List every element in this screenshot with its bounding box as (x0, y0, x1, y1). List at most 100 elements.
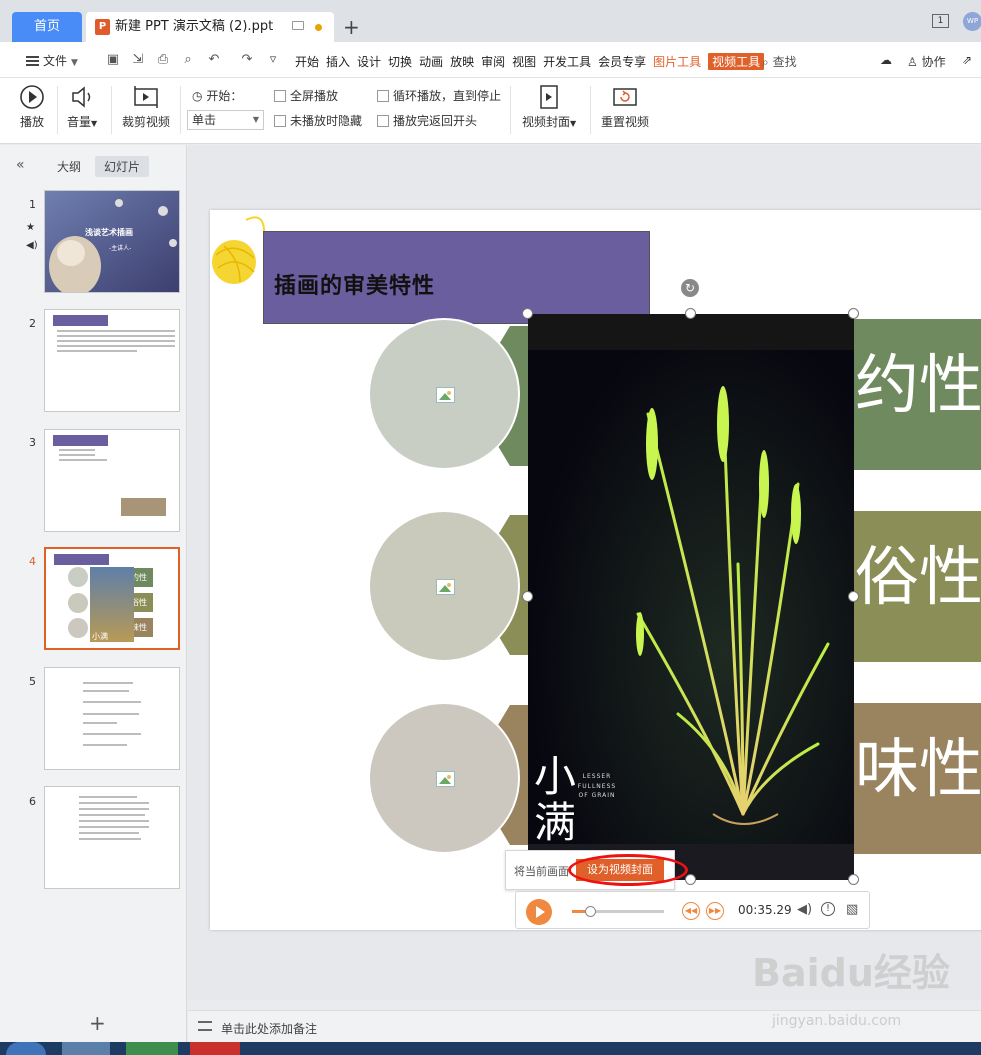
trait-band[interactable]: 约性 (853, 319, 981, 470)
menu-view[interactable]: 视图 (512, 53, 536, 70)
search-button[interactable]: ⌕ 查找 (762, 53, 797, 70)
tab-slides[interactable]: 幻灯片 (95, 156, 150, 177)
trim-video-icon (134, 86, 158, 108)
slide-thumbnail-4[interactable]: 约性 俗性 味性 小满 (44, 547, 180, 650)
rewind-icon[interactable]: ◀◀ (682, 902, 700, 920)
taskbar-app-icon[interactable] (190, 1042, 240, 1055)
new-tab-button[interactable]: + (343, 12, 360, 42)
forward-icon[interactable]: ▶▶ (706, 902, 724, 920)
progress-knob[interactable] (585, 906, 597, 917)
slide-thumbnail-1[interactable]: 浅谈艺术插画 -主讲人- (44, 190, 180, 293)
preview-icon[interactable]: ⌕ (181, 53, 195, 67)
menu-insert[interactable]: 插入 (326, 53, 350, 70)
start-select[interactable]: 单击 ▼ (187, 110, 264, 130)
menu-design[interactable]: 设计 (357, 53, 381, 70)
menu-video-tools[interactable]: 视频工具 (708, 53, 765, 70)
export-icon[interactable]: ⇲ (131, 53, 145, 67)
horizontal-scrollbar[interactable] (188, 998, 981, 1000)
save-icon[interactable]: ▣ (106, 53, 120, 67)
rotate-handle-icon[interactable]: ↻ (681, 279, 699, 297)
thumb-title-bar (53, 435, 108, 446)
video-cover-button[interactable]: 视频封面▼ (522, 84, 576, 130)
collapse-panel-icon[interactable]: « (16, 157, 25, 173)
text-line (57, 330, 175, 332)
user-icon: ♙ (907, 55, 918, 69)
rewind-checkbox[interactable]: 播放完返回开头 (377, 112, 477, 129)
separator (57, 86, 58, 134)
thumb-image (121, 498, 166, 516)
fullscreen-checkbox[interactable]: 全屏播放 (274, 87, 338, 104)
cloud-icon[interactable]: ☁ (880, 53, 892, 67)
start-button-icon[interactable] (6, 1042, 46, 1055)
reset-video-button[interactable]: 重置视频 (601, 84, 649, 130)
menu-review[interactable]: 审阅 (481, 53, 505, 70)
hide-when-not-playing-checkbox[interactable]: 未播放时隐藏 (274, 112, 362, 129)
thumb-circle (68, 618, 88, 638)
text-line (57, 345, 175, 347)
trim-video-button[interactable]: 裁剪视频 (122, 84, 170, 130)
file-menu[interactable]: 文件 ▼ (26, 52, 78, 69)
loop-checkbox[interactable]: 循环播放，直到停止 (377, 87, 501, 104)
thumb1-title: 浅谈艺术插画 (85, 228, 133, 237)
collab-button[interactable]: ♙ 协作 (907, 53, 946, 70)
text-line (83, 733, 141, 735)
menu-start[interactable]: 开始 (295, 53, 319, 70)
audio-icon: ◀) (26, 240, 38, 251)
image-placeholder-circle[interactable] (368, 702, 520, 854)
image-icon[interactable]: ▧ (846, 902, 858, 917)
slide1-background (45, 191, 179, 292)
taskbar-app-icon[interactable] (126, 1042, 178, 1055)
volume-button[interactable]: 音量▼ (67, 84, 97, 130)
resize-handle[interactable] (685, 308, 696, 319)
slide-thumbnail-6[interactable] (44, 786, 180, 889)
collab-label: 协作 (921, 55, 946, 69)
trait-band[interactable]: 俗性 (853, 511, 981, 662)
volume-icon[interactable]: ◀) (797, 902, 812, 917)
file-menu-label: 文件 (43, 54, 68, 68)
add-slide-button[interactable]: + (89, 1011, 106, 1035)
slide-thumbnail-5[interactable] (44, 667, 180, 770)
slide[interactable]: 插画的审美特性 约性 俗性 味性 小满 LESSER FULLNESS OF G… (210, 210, 981, 930)
highlight-ring (568, 854, 688, 886)
video-frame[interactable]: 小满 LESSER FULLNESS OF GRAIN (528, 314, 854, 880)
tab-outline[interactable]: 大纲 (48, 156, 90, 177)
image-placeholder-circle[interactable] (368, 318, 520, 470)
page-indicator[interactable]: 1 (932, 14, 949, 28)
menu-member[interactable]: 会员专享 (598, 53, 646, 70)
info-icon[interactable]: ! (821, 902, 835, 916)
image-placeholder-circle[interactable] (368, 510, 520, 662)
redo-icon[interactable]: ↷ (240, 53, 254, 67)
text-line (83, 713, 139, 715)
menu-developer[interactable]: 开发工具 (543, 53, 591, 70)
customize-icon[interactable]: ▿ (266, 53, 280, 67)
text-line (57, 350, 137, 352)
resize-handle[interactable] (522, 591, 533, 602)
video-cover-label: 视频封面 (522, 115, 571, 129)
print-icon[interactable]: ⎙ (156, 53, 170, 67)
menu-animation[interactable]: 动画 (419, 53, 443, 70)
resize-handle[interactable] (685, 874, 696, 885)
tab-document[interactable]: P 新建 PPT 演示文稿 (2).ppt (86, 12, 334, 42)
play-button[interactable] (526, 899, 552, 925)
share-icon[interactable]: ⇗ (962, 53, 972, 67)
menu-picture-tools[interactable]: 图片工具 (653, 53, 701, 70)
resize-handle[interactable] (848, 874, 859, 885)
tab-home[interactable]: 首页 (12, 12, 82, 42)
avatar[interactable]: WP (963, 12, 981, 31)
chevron-down-icon: ▼ (71, 58, 78, 68)
monitor-icon[interactable] (292, 21, 304, 30)
hide-label: 未播放时隐藏 (290, 114, 363, 128)
menu-transition[interactable]: 切换 (388, 53, 412, 70)
trait-band[interactable]: 味性 (853, 703, 981, 854)
slide-thumbnail-3[interactable] (44, 429, 180, 532)
play-button[interactable]: 播放 (19, 84, 45, 130)
taskbar-app-icon[interactable] (62, 1042, 110, 1055)
menu-slideshow[interactable]: 放映 (450, 53, 474, 70)
title-box[interactable]: 插画的审美特性 (263, 231, 650, 324)
resize-handle[interactable] (848, 591, 859, 602)
undo-icon[interactable]: ↶ (207, 53, 221, 67)
slide-thumbnail-2[interactable] (44, 309, 180, 412)
resize-handle[interactable] (848, 308, 859, 319)
resize-handle[interactable] (522, 308, 533, 319)
slides-panel: « 大纲 幻灯片 1 ★ ◀) 浅谈艺术插画 -主讲人- 2 3 4 约性 俗性… (0, 145, 187, 1055)
